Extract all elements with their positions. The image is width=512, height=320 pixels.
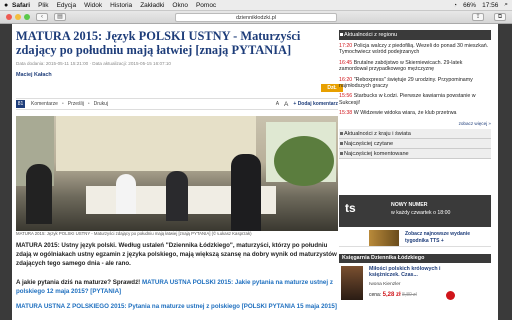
tts-line2: w każdy czwartek o 18:00 (391, 210, 451, 216)
menu-app[interactable]: Safari (12, 2, 30, 9)
old-price: 8,80 zł (402, 292, 417, 298)
share-link[interactable]: Prześlij (68, 101, 84, 107)
menu-widok[interactable]: Widok (84, 2, 102, 9)
news-item[interactable]: 15:56 Starbucks w Łodzi. Pierwsze kawiar… (339, 93, 491, 106)
news-item[interactable]: 17:20 Policja walczy z piedofilią. Wezel… (339, 43, 491, 56)
bookstore-header: Księgarnia Dziennika Łódzkiego (339, 254, 491, 263)
article-meta: Data dodania: 2015-05-11 15:21:00 · Data… (16, 61, 171, 66)
tab-most-commented[interactable]: Najczęściej komentowane (339, 148, 491, 159)
article-title: MATURA 2015: Język POLSKI USTNY - Maturz… (16, 29, 301, 57)
minimize-icon[interactable] (15, 14, 21, 20)
cart-icon[interactable] (446, 291, 455, 300)
apple-icon[interactable]: ● (4, 2, 12, 9)
menu-plik[interactable]: Plik (38, 2, 48, 9)
article: MATURA 2015: Język POLSKI USTNY - Maturz… (16, 29, 343, 310)
question-text: A jakie pytania dziś na maturze? Sprawdź… (16, 279, 142, 286)
browser-toolbar: ‹ ▤ dziennikłodzki.pl ⇪ ⧉ (0, 11, 512, 24)
price-value: 5,28 zł (382, 292, 401, 298)
article-actionbar: 81 Komentarze • Prześlij • Drukuj A A + … (16, 98, 338, 110)
menu-okno[interactable]: Okno (172, 2, 188, 9)
sidebar-button[interactable]: ▤ (54, 13, 66, 21)
region-news-header[interactable]: Aktualności z regionu (339, 30, 491, 40)
font-smaller-button[interactable]: A (276, 101, 279, 107)
more-news-link[interactable]: zobacz więcej » (339, 121, 491, 126)
tts-issue-promo[interactable]: Zobacz najnowsze wydanie tygodnika TTS + (339, 227, 491, 247)
left-margin (0, 24, 12, 320)
tab-country-news[interactable]: Aktualności z kraju i świata (339, 128, 491, 139)
wifi-icon[interactable]: ◔ (453, 2, 457, 9)
news-item[interactable]: 15:38 W Widzewie widoka wiara, że klub p… (339, 110, 491, 116)
add-comment-button[interactable]: + Dodaj komentarz (293, 101, 338, 107)
photo-caption: MATURA 2015: Język POLSKI USTNY - Maturz… (16, 231, 252, 236)
book-author: Iwona Kienzler (369, 282, 401, 287)
tts-line1: NOWY NUMER (391, 202, 428, 208)
article-question: A jakie pytania dziś na maturze? Sprawdź… (16, 278, 338, 296)
tts-cover-thumbnail[interactable] (369, 230, 399, 246)
search-icon[interactable]: ⌕ (504, 1, 508, 9)
menu-historia[interactable]: Historia (110, 2, 132, 9)
comments-count-badge[interactable]: 81 (16, 100, 25, 108)
tts-logo: ts (345, 201, 356, 215)
news-item[interactable]: 16:45 Brutalne zabójstwo w Skierniewicac… (339, 60, 491, 73)
share-icon[interactable]: ⇪ (472, 13, 484, 21)
tab-most-read[interactable]: Najczęściej czytane (339, 138, 491, 149)
tts-issue-link[interactable]: Zobacz najnowsze wydanie tygodnika TTS + (405, 231, 491, 244)
sidebar: Aktualności z regionu 17:20 Policja walc… (339, 30, 491, 159)
address-bar[interactable]: dziennikłodzki.pl (175, 13, 337, 22)
menu-pomoc[interactable]: Pomoc (196, 2, 216, 9)
menu-edycja[interactable]: Edycja (57, 2, 77, 9)
book-title[interactable]: Miłości polskich królowych i księżniczek… (369, 266, 469, 279)
back-button[interactable]: ‹ (36, 13, 48, 21)
close-icon[interactable] (6, 14, 12, 20)
window-controls (6, 14, 30, 20)
battery-label[interactable]: 66% (463, 2, 476, 9)
article-author[interactable]: Maciej Kałach (16, 72, 336, 78)
book-cover[interactable] (341, 266, 363, 300)
print-link[interactable]: Drukuj (94, 101, 108, 107)
font-bigger-button[interactable]: A (284, 101, 288, 108)
region-news-list: 17:20 Policja walczy z piedofilią. Wezel… (339, 43, 491, 126)
article-lead: MATURA 2015: Ustny język polski. Według … (16, 242, 337, 267)
zoom-icon[interactable] (24, 14, 30, 20)
right-margin (498, 24, 512, 320)
book-price: cena: 5,28 zł 8,80 zł (369, 292, 417, 298)
article-photo[interactable] (16, 116, 338, 231)
news-item[interactable]: 16:20 "Reboxpress" świętuje 29 urodziny.… (339, 77, 491, 90)
bookstore-widget: Księgarnia Dziennika Łódzkiego Miłości p… (339, 254, 491, 300)
related-link[interactable]: MATURA USTNA Z POLSKIEGO 2015: Pytania n… (16, 302, 338, 311)
comments-link[interactable]: Komentarze (31, 101, 58, 107)
web-page: MATURA 2015: Język POLSKI USTNY - Maturz… (0, 24, 512, 320)
tts-banner[interactable]: ts NOWY NUMER w każdy czwartek o 18:00 (339, 195, 491, 227)
menu-zakladki[interactable]: Zakładki (140, 2, 164, 9)
mac-menubar: ● Safari Plik Edycja Widok Historia Zakł… (0, 0, 512, 11)
tabs-icon[interactable]: ⧉ (494, 13, 506, 21)
clock-label[interactable]: 17:56 (482, 2, 498, 9)
